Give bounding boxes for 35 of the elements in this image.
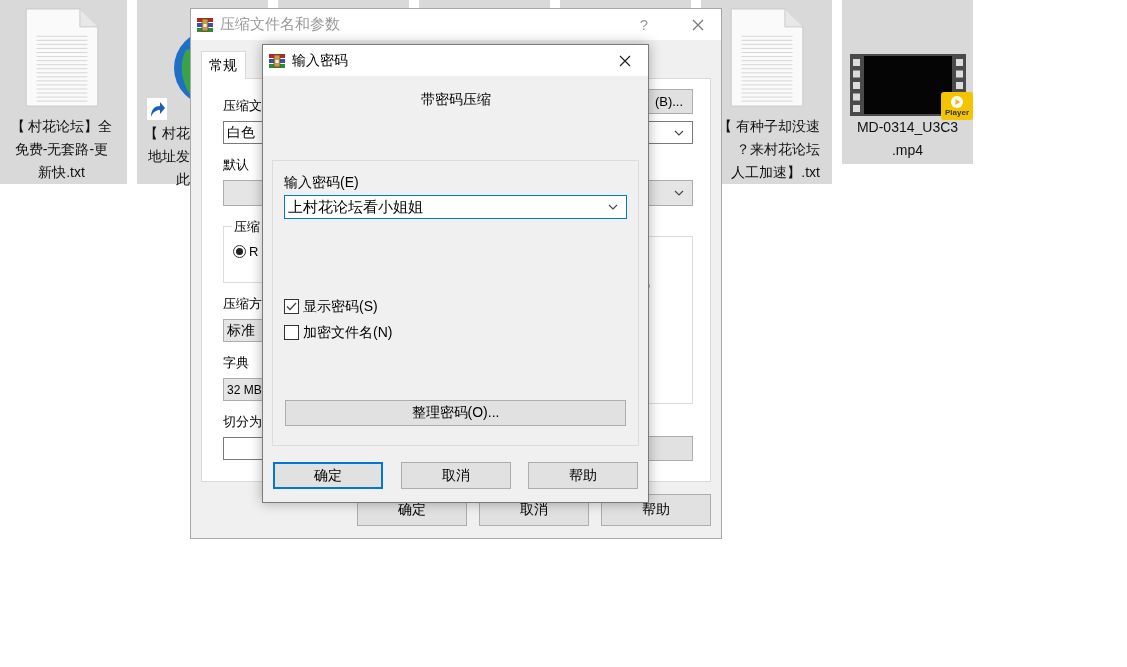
field-label: 压缩文 (223, 98, 262, 114)
checkbox-label[interactable]: 加密文件名(N) (303, 324, 393, 340)
file-name-label[interactable]: 【 村花论坛】全 免费-无套路-更 新快.txt (0, 115, 127, 184)
window-title: 输入密码 (292, 51, 348, 70)
checkbox[interactable] (284, 298, 299, 314)
badge-label: Player (945, 107, 969, 117)
close-icon (691, 17, 705, 32)
checkmark-icon (286, 301, 297, 311)
file-name-label[interactable]: MD-0314_U3C3 .mp4 (842, 116, 973, 162)
desktop-icon-tile[interactable]: 【 村花论坛】全 免费-无套路-更 新快.txt (0, 0, 127, 184)
password-field[interactable]: 上村花论坛看小姐姐 (284, 195, 627, 219)
dialog-button[interactable]: 取消 (400, 462, 511, 489)
chevron-down-icon (674, 129, 684, 136)
field-label: 压缩方 (223, 296, 262, 312)
archive-books-icon (268, 52, 286, 69)
dialog-button[interactable]: 帮助 (528, 462, 638, 489)
field-label: 切分为 (223, 414, 262, 430)
field-label: 默认 (223, 157, 249, 173)
archive-books-icon (196, 16, 214, 33)
field-label: 输入密码(E) (284, 173, 359, 191)
play-icon (951, 95, 963, 108)
close-icon (618, 53, 632, 68)
chevron-down-icon (674, 190, 684, 196)
tab[interactable]: 常规 (201, 51, 246, 79)
window-title: 压缩文件名和参数 (220, 15, 340, 34)
field-label: 字典 (223, 355, 249, 371)
organize-passwords-button[interactable]: 整理密码(O)... (285, 400, 626, 426)
radio-button[interactable]: R (233, 244, 442, 259)
dialog-button[interactable]: 确定 (273, 462, 383, 489)
checkbox-label[interactable]: 显示密码(S) (303, 298, 378, 314)
group-label: 压缩 (232, 218, 262, 236)
dialog-heading: 带密码压缩 (419, 91, 492, 109)
chevron-down-icon (608, 204, 618, 210)
desktop-icon-tile[interactable]: Player MD-0314_U3C3 .mp4 (842, 0, 973, 164)
checkbox[interactable] (284, 324, 299, 340)
